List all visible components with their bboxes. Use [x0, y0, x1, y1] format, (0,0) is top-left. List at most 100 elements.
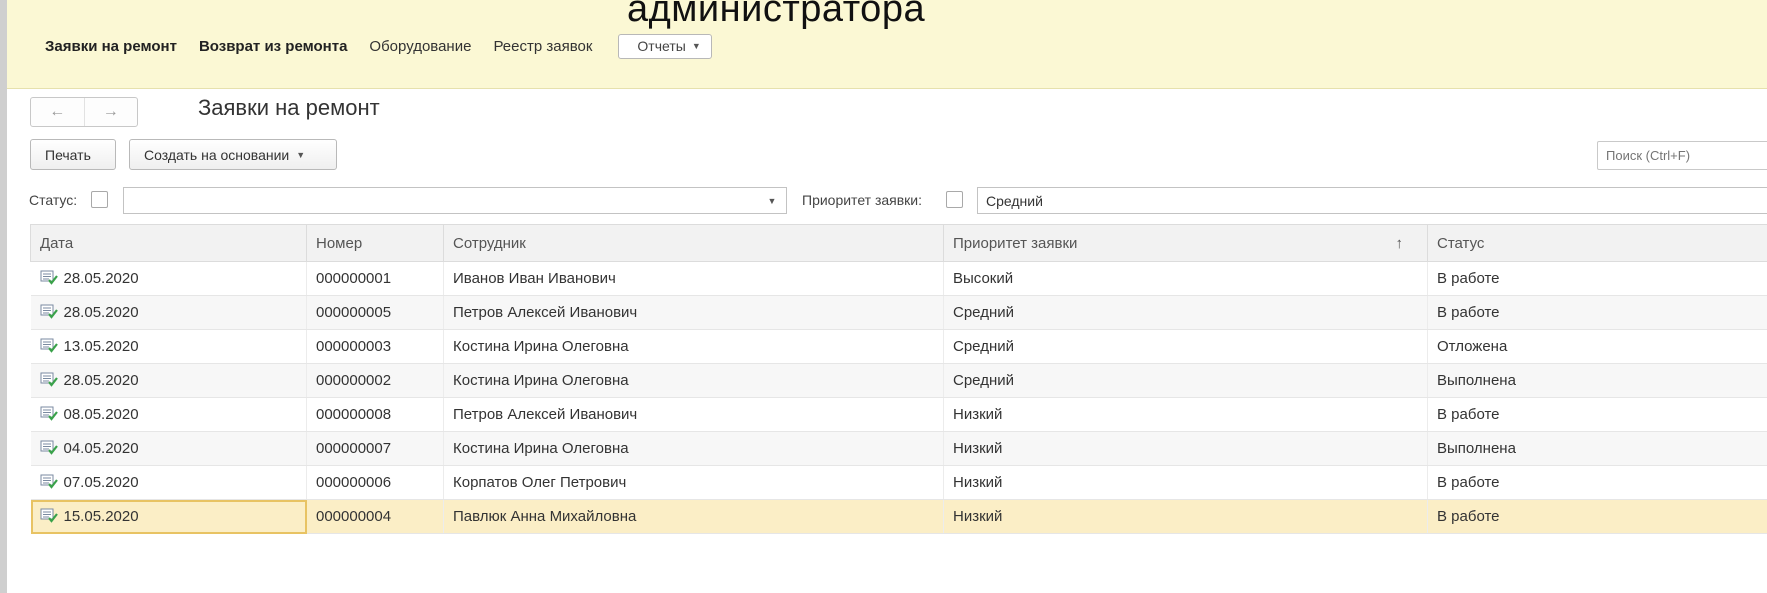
document-check-icon — [40, 269, 58, 289]
cell-date[interactable]: 15.05.2020 — [30, 499, 307, 534]
document-check-icon — [40, 303, 58, 323]
cell-date[interactable]: 28.05.2020 — [30, 295, 307, 330]
priority-filter-field[interactable]: Средний — [977, 187, 1767, 214]
cell-priority[interactable]: Средний — [943, 295, 1428, 330]
cell-priority[interactable]: Низкий — [943, 397, 1428, 432]
column-header-priority[interactable]: Приоритет заявки ↑ — [943, 224, 1428, 262]
history-navigation: ← → — [30, 97, 138, 127]
window-left-border — [0, 0, 7, 593]
cell-date-text: 07.05.2020 — [63, 473, 139, 491]
cell-number[interactable]: 000000005 — [306, 295, 444, 330]
overlay-title: администратора — [627, 0, 926, 30]
document-check-icon — [40, 507, 58, 527]
cell-employee[interactable]: Корпатов Олег Петрович — [443, 465, 944, 500]
print-button-label: Печать — [45, 146, 91, 163]
cell-employee[interactable]: Костина Ирина Олеговна — [443, 329, 944, 364]
cell-priority[interactable]: Высокий — [943, 261, 1428, 296]
document-check-icon — [40, 439, 58, 459]
cell-status[interactable]: В работе — [1427, 465, 1767, 500]
print-button[interactable]: Печать — [30, 139, 116, 170]
cell-date-text: 28.05.2020 — [63, 371, 139, 389]
status-filter-checkbox[interactable] — [91, 191, 108, 208]
cell-date-text: 13.05.2020 — [63, 337, 139, 355]
cell-number[interactable]: 000000003 — [306, 329, 444, 364]
cell-status[interactable]: Выполнена — [1427, 363, 1767, 398]
cell-date-text: 08.05.2020 — [63, 405, 139, 423]
cell-employee[interactable]: Костина Ирина Олеговна — [443, 431, 944, 466]
search-input[interactable] — [1597, 141, 1767, 170]
table-row[interactable]: 13.05.2020 000000003 Костина Ирина Олеговн… — [30, 329, 1767, 364]
cell-date-text: 28.05.2020 — [63, 303, 139, 321]
cell-number[interactable]: 000000004 — [306, 499, 444, 534]
cell-employee[interactable]: Павлюк Анна Михайловна — [443, 499, 944, 534]
cell-status[interactable]: В работе — [1427, 261, 1767, 296]
cell-employee[interactable]: Иванов Иван Иванович — [443, 261, 944, 296]
document-check-icon — [40, 473, 58, 493]
cell-date[interactable]: 28.05.2020 — [30, 261, 307, 296]
table-header-row: Дата Номер Сотрудник Приоритет заявки ↑ … — [30, 224, 1767, 262]
table-row[interactable]: 28.05.2020 000000002 Костина Ирина Олеговн… — [30, 363, 1767, 398]
table-row[interactable]: 28.05.2020 000000001 Иванов Иван Иванович В… — [30, 261, 1767, 296]
nav-item-request-registry[interactable]: Реестр заявок — [493, 38, 592, 55]
cell-employee[interactable]: Костина Ирина Олеговна — [443, 363, 944, 398]
priority-filter-checkbox[interactable] — [946, 191, 963, 208]
section-nav: Заявки на ремонт Возврат из ремонта Обор… — [45, 34, 712, 59]
column-header-status[interactable]: Статус — [1427, 224, 1767, 262]
cell-status[interactable]: В работе — [1427, 397, 1767, 432]
chevron-down-icon: ▼ — [296, 149, 306, 160]
cell-date[interactable]: 08.05.2020 — [30, 397, 307, 432]
cell-number[interactable]: 000000002 — [306, 363, 444, 398]
document-check-icon — [40, 405, 58, 425]
nav-item-repair-requests[interactable]: Заявки на ремонт — [45, 38, 177, 55]
cell-number[interactable]: 000000008 — [306, 397, 444, 432]
status-filter-select[interactable]: ▼ — [123, 187, 787, 214]
cell-number[interactable]: 000000007 — [306, 431, 444, 466]
cell-priority[interactable]: Низкий — [943, 465, 1428, 500]
nav-item-repair-returns[interactable]: Возврат из ремонта — [199, 38, 347, 55]
back-arrow-icon[interactable]: ← — [31, 98, 84, 126]
table-row[interactable]: 15.05.2020 000000004 Павлюк Анна Михайловн… — [30, 499, 1767, 534]
column-header-date[interactable]: Дата — [30, 224, 307, 262]
table-row[interactable]: 08.05.2020 000000008 Петров Алексей Иванов… — [30, 397, 1767, 432]
nav-item-equipment[interactable]: Оборудование — [369, 38, 471, 55]
cell-employee[interactable]: Петров Алексей Иванович — [443, 295, 944, 330]
column-header-priority-label: Приоритет заявки — [953, 234, 1078, 252]
cell-status[interactable]: В работе — [1427, 295, 1767, 330]
cell-priority[interactable]: Средний — [943, 329, 1428, 364]
section-panel: администратора Заявки на ремонт Возврат … — [7, 0, 1767, 89]
cell-date-text: 15.05.2020 — [63, 507, 139, 525]
chevron-down-icon: ▼ — [691, 41, 701, 51]
cell-date[interactable]: 13.05.2020 — [30, 329, 307, 364]
status-filter-label: Статус: — [29, 192, 78, 208]
table-row[interactable]: 28.05.2020 000000005 Петров Алексей Иванов… — [30, 295, 1767, 330]
cell-date[interactable]: 07.05.2020 — [30, 465, 307, 500]
create-based-on-label: Создать на основании — [144, 146, 290, 163]
requests-table: Дата Номер Сотрудник Приоритет заявки ↑ … — [30, 224, 1767, 534]
cell-status[interactable]: Выполнена — [1427, 431, 1767, 466]
forward-arrow-icon[interactable]: → — [83, 98, 138, 126]
create-based-on-button[interactable]: Создать на основании ▼ — [129, 139, 337, 170]
cell-priority[interactable]: Низкий — [943, 431, 1428, 466]
page-title: Заявки на ремонт — [198, 95, 380, 120]
table-row[interactable]: 07.05.2020 000000006 Корпатов Олег Петрови… — [30, 465, 1767, 500]
column-header-employee[interactable]: Сотрудник — [443, 224, 944, 262]
cell-number[interactable]: 000000001 — [306, 261, 444, 296]
reports-dropdown-button[interactable]: Отчеты ▼ — [618, 34, 712, 59]
cell-date[interactable]: 28.05.2020 — [30, 363, 307, 398]
cell-status[interactable]: Отложена — [1427, 329, 1767, 364]
chevron-down-icon[interactable]: ▼ — [758, 188, 786, 213]
cell-status[interactable]: В работе — [1427, 499, 1767, 534]
cell-priority[interactable]: Низкий — [943, 499, 1428, 534]
cell-date-text: 04.05.2020 — [63, 439, 139, 457]
column-header-number[interactable]: Номер — [306, 224, 444, 262]
cell-date-text: 28.05.2020 — [63, 269, 139, 287]
table-row[interactable]: 04.05.2020 000000007 Костина Ирина Олеговн… — [30, 431, 1767, 466]
reports-label: Отчеты — [637, 38, 686, 54]
cell-employee[interactable]: Петров Алексей Иванович — [443, 397, 944, 432]
cell-date[interactable]: 04.05.2020 — [30, 431, 307, 466]
cell-number[interactable]: 000000006 — [306, 465, 444, 500]
cell-priority[interactable]: Средний — [943, 363, 1428, 398]
priority-filter-label: Приоритет заявки: — [802, 192, 922, 208]
document-check-icon — [40, 337, 58, 357]
sort-ascending-icon: ↑ — [1395, 234, 1404, 252]
